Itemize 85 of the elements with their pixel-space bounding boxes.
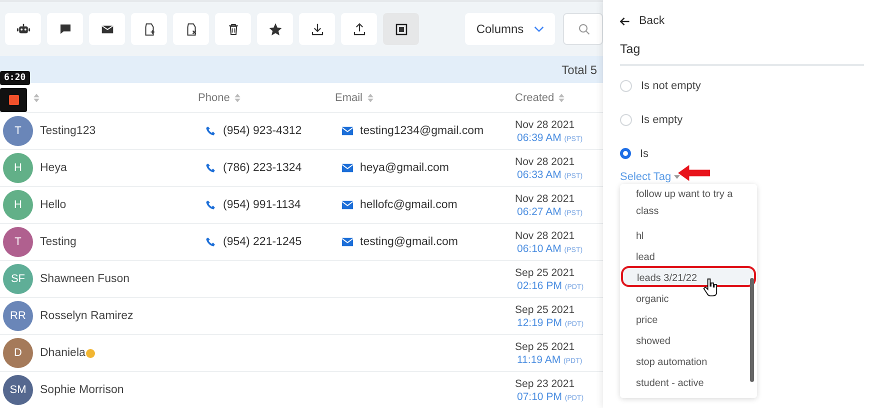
mail-icon <box>342 237 353 247</box>
phone-icon <box>205 237 216 247</box>
avatar: T <box>3 116 33 146</box>
chat-icon <box>58 22 72 36</box>
tag-option[interactable]: student - active <box>620 371 757 392</box>
created-date: Nov 28 2021 <box>515 230 575 242</box>
created-date: Sep 25 2021 <box>515 304 575 316</box>
phone-number: (786) 223-1324 <box>223 162 302 174</box>
created-date: Nov 28 2021 <box>515 156 575 168</box>
toolbar-button[interactable] <box>257 13 293 45</box>
toolbar-button[interactable] <box>215 13 251 45</box>
contact-name[interactable]: Hello <box>40 199 66 211</box>
contact-name[interactable]: Sophie Morrison <box>40 384 124 396</box>
toolbar-button[interactable] <box>131 13 167 45</box>
radio-option[interactable]: Is not empty <box>620 78 701 93</box>
stop-button[interactable] <box>0 88 27 112</box>
avatar: H <box>3 190 33 220</box>
mail-icon <box>342 163 353 173</box>
phone-icon <box>205 163 216 173</box>
created-date: Nov 28 2021 <box>515 192 575 204</box>
column-header[interactable]: Created <box>515 92 554 104</box>
caret-icon <box>674 175 680 179</box>
select-square-icon <box>394 22 408 36</box>
toolbar-button[interactable] <box>341 13 377 45</box>
search-icon <box>578 23 590 35</box>
column-header[interactable]: Phone <box>198 92 230 104</box>
tag-option[interactable]: lead <box>620 245 757 266</box>
email-address: heya@gmail.com <box>360 162 450 174</box>
radio-option[interactable]: Is <box>620 146 649 161</box>
download-icon <box>310 22 324 36</box>
toolbar-button[interactable] <box>383 13 419 45</box>
contact-name[interactable]: Testing123 <box>40 125 96 137</box>
phone-icon <box>205 126 216 136</box>
tag-option[interactable]: organic <box>620 287 757 308</box>
mail-icon <box>342 126 353 136</box>
back-button[interactable]: Back <box>620 14 665 28</box>
tag-option[interactable]: leads 3/21/22 <box>621 266 756 287</box>
avatar: H <box>3 153 33 183</box>
contact-name[interactable]: Shawneen Fuson <box>40 273 130 285</box>
mail-icon <box>342 200 353 210</box>
contact-name[interactable]: Rosselyn Ramirez <box>40 310 134 322</box>
hand-cursor-icon <box>703 277 719 297</box>
total-count: Total 5 <box>562 62 597 76</box>
created-date: Nov 28 2021 <box>515 118 575 130</box>
pointer-arrow <box>677 165 711 181</box>
phone-number: (954) 991-1134 <box>223 199 301 211</box>
robot-icon <box>16 22 30 36</box>
tag-option[interactable]: showed <box>620 329 757 350</box>
avatar: SM <box>3 375 33 405</box>
avatar: RR <box>3 301 33 331</box>
contact-name[interactable]: Dhaniela <box>40 347 86 359</box>
arrow-left-icon <box>620 16 630 26</box>
tag-option[interactable]: price <box>620 308 757 329</box>
contact-name[interactable]: Testing <box>40 236 76 248</box>
phone-icon <box>205 200 216 210</box>
column-header[interactable]: Email <box>335 92 363 104</box>
toolbar-button[interactable] <box>89 13 125 45</box>
toolbar-button[interactable] <box>173 13 209 45</box>
panel-title: Tag <box>620 42 864 66</box>
tag-option[interactable]: hl <box>620 224 757 245</box>
tag-option[interactable]: follow up want to try a class <box>620 186 757 224</box>
created-date: Sep 25 2021 <box>515 266 575 278</box>
email-address: testing@gmail.com <box>360 236 458 248</box>
email-address: testing1234@gmail.com <box>360 125 484 137</box>
contact-name[interactable]: Heya <box>40 162 67 174</box>
email-address: hellofc@gmail.com <box>360 199 458 211</box>
created-date: Sep 25 2021 <box>515 340 575 352</box>
scrollbar[interactable] <box>750 278 754 382</box>
avatar: T <box>3 227 33 257</box>
toolbar-button[interactable] <box>299 13 335 45</box>
upload-icon <box>352 22 366 36</box>
columns-dropdown[interactable]: Columns <box>465 13 555 45</box>
star-icon <box>268 22 282 36</box>
radio-option[interactable]: Is empty <box>620 112 683 127</box>
phone-number: (954) 221-1245 <box>223 236 302 248</box>
phone-number: (954) 923-4312 <box>223 125 302 137</box>
toolbar-button[interactable] <box>5 13 41 45</box>
avatar: D <box>3 338 33 368</box>
search-field[interactable] <box>563 13 603 45</box>
avatar: SF <box>3 264 33 294</box>
chevron-down-icon <box>534 26 544 32</box>
tag-option[interactable]: stop automation <box>620 350 757 371</box>
toolbar-button[interactable] <box>47 13 83 45</box>
timer-badge: 6:20 <box>0 71 30 85</box>
created-date: Sep 23 2021 <box>515 378 575 390</box>
